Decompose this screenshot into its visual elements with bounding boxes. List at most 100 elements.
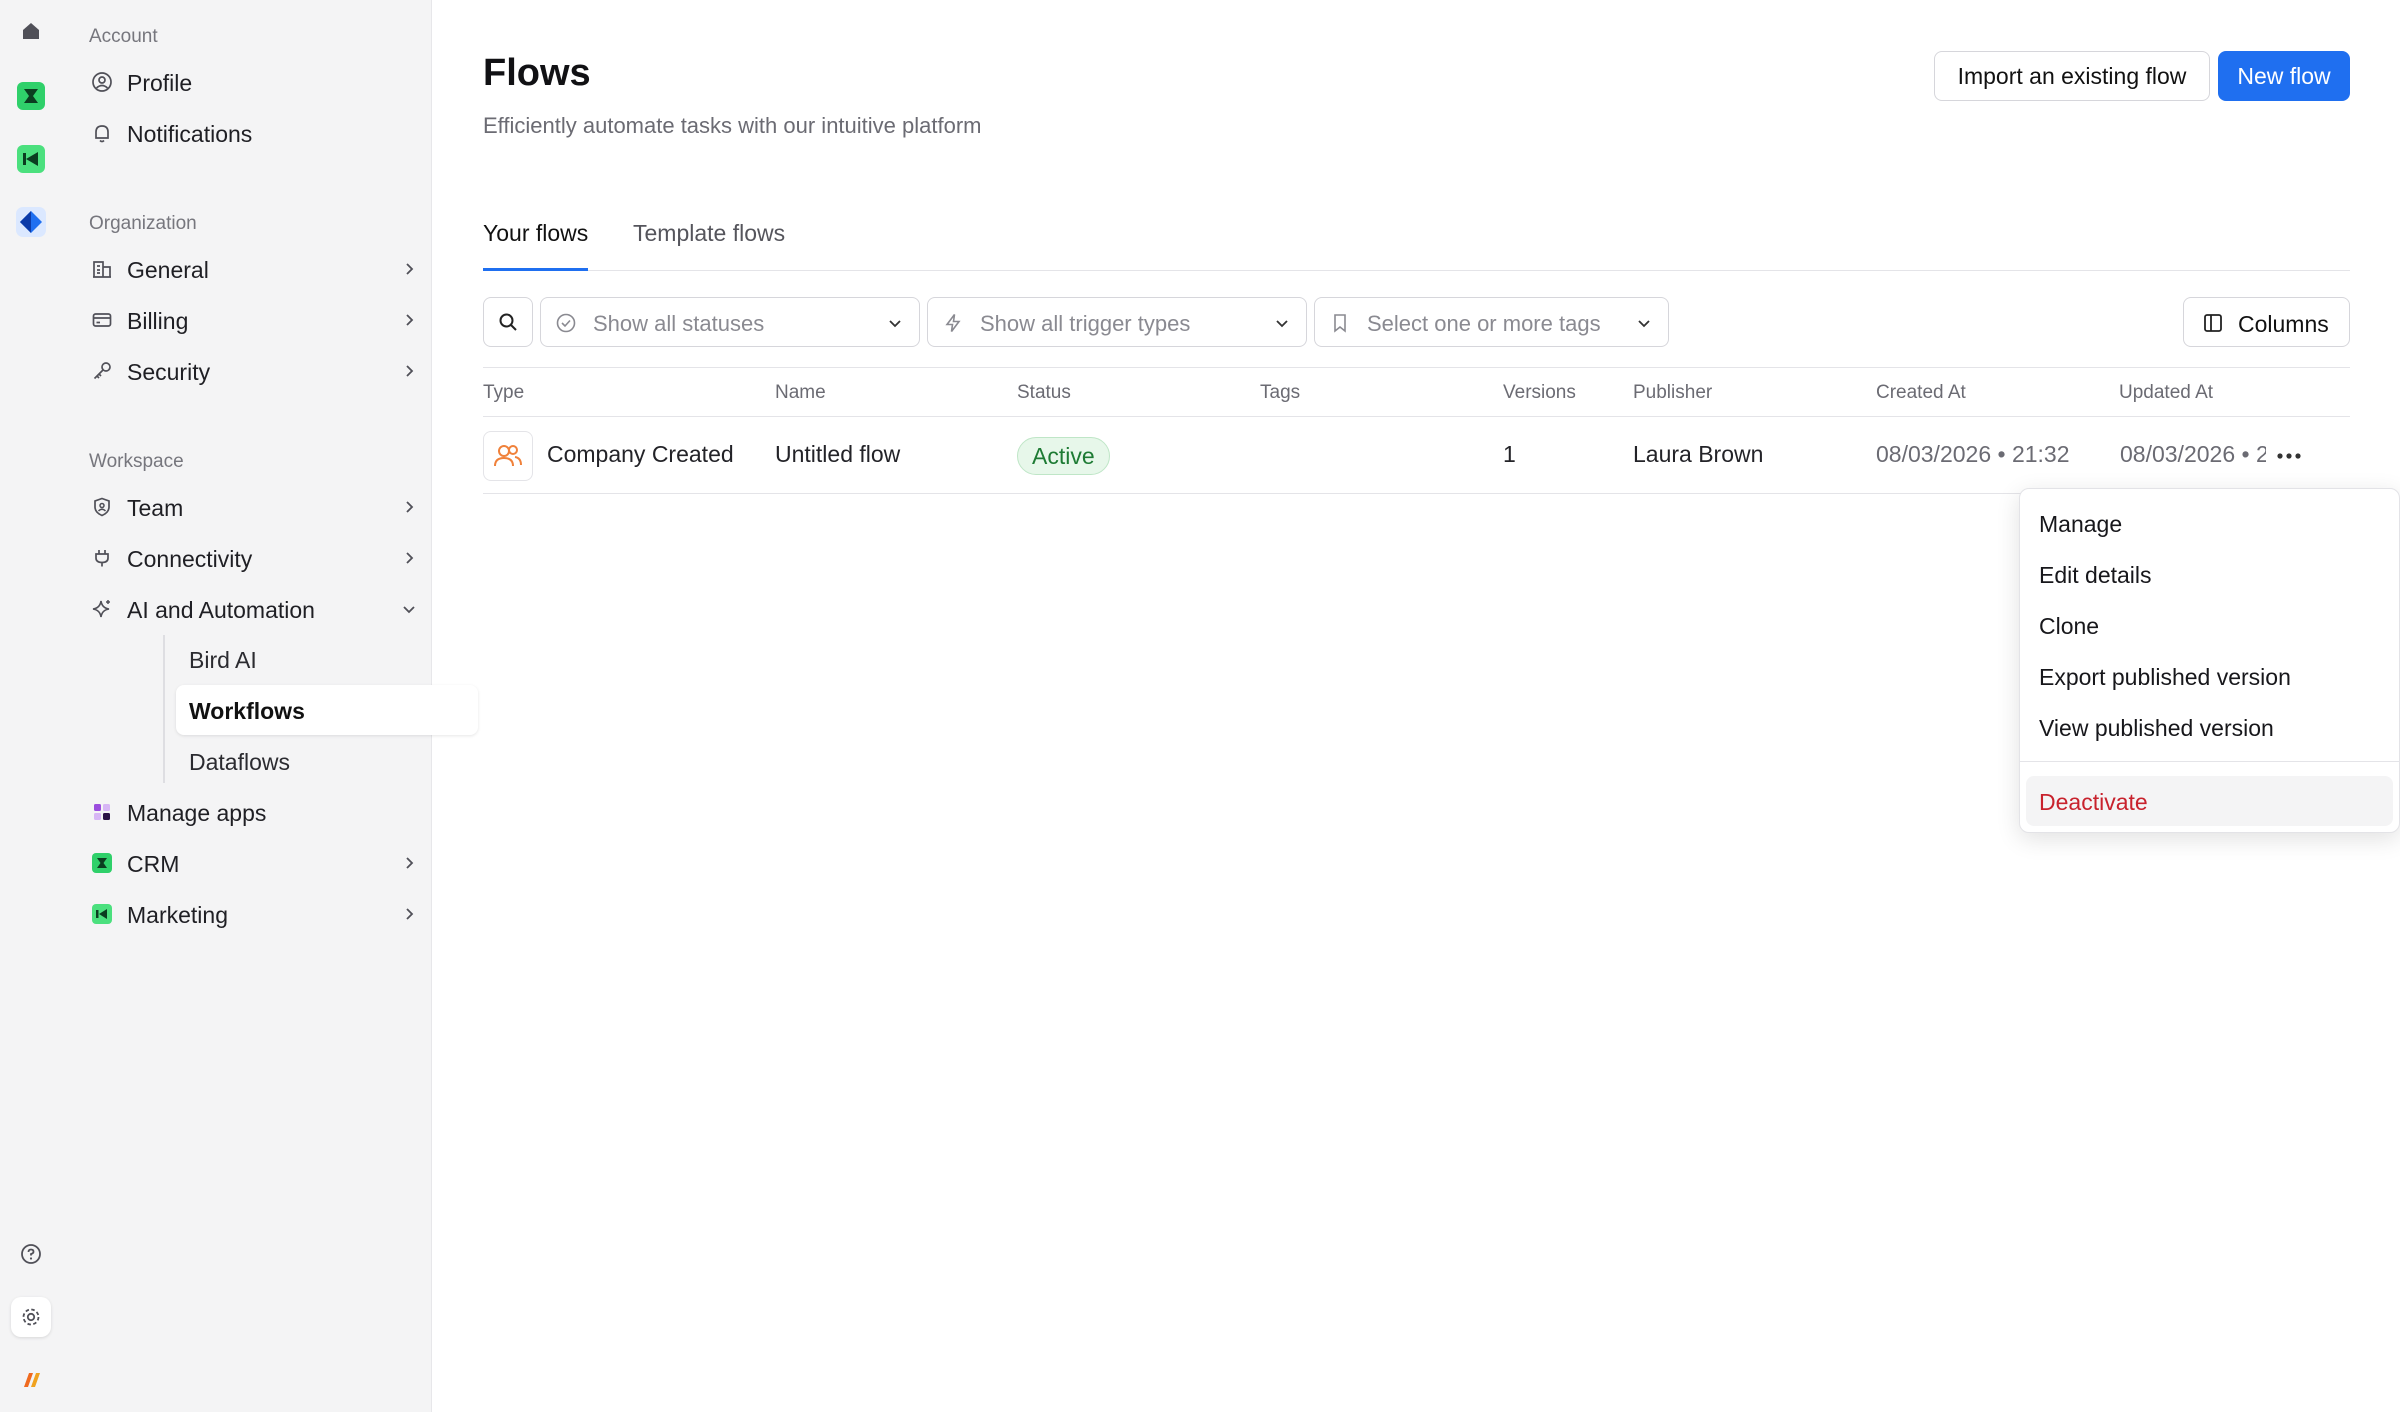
chevron-right-icon (406, 552, 414, 564)
account-section-title: Account (89, 26, 158, 47)
page-subtitle: Efficiently automate tasks with our intu… (483, 113, 982, 138)
key-icon (91, 360, 113, 382)
status-filter-placeholder: Show all statuses (593, 311, 765, 336)
flow-tabs: Your flows Template flows (483, 210, 2350, 271)
sidebar-item-billing[interactable]: Billing (81, 296, 431, 344)
chevron-right-icon (406, 857, 414, 869)
marketing-app-icon[interactable] (11, 139, 51, 179)
bird-logo-icon[interactable] (11, 202, 51, 242)
sidebar-item-label: Profile (127, 70, 193, 96)
sidebar-item-label: Team (127, 495, 184, 521)
sidebar-item-ai-automation[interactable]: AI and Automation (81, 585, 431, 633)
sidebar-item-marketing[interactable]: Marketing (81, 890, 431, 938)
chevron-down-icon (1276, 320, 1288, 328)
submenu-guide-line (163, 635, 165, 783)
sidebar-item-label: General (127, 257, 209, 283)
menu-divider (2020, 761, 2400, 762)
sidebar-item-manage-apps[interactable]: Manage apps (81, 788, 431, 836)
chevron-right-icon (406, 501, 414, 513)
ellipsis-icon (2277, 453, 2301, 459)
tab-template-flows[interactable]: Template flows (633, 220, 785, 271)
menu-item-view-published[interactable]: View published version (2026, 702, 2393, 752)
bell-icon (91, 122, 113, 144)
sidebar-subitem-label: Bird AI (189, 647, 257, 673)
cell-versions: 1 (1503, 441, 1516, 467)
menu-item-label: Clone (2039, 613, 2100, 639)
sidebar-item-label: Connectivity (127, 546, 253, 572)
column-header-name[interactable]: Name (775, 382, 826, 404)
cell-publisher: Laura Brown (1633, 441, 1764, 467)
workspace-section-title: Workspace (89, 451, 184, 472)
users-icon (483, 431, 533, 481)
chevron-right-icon (406, 365, 414, 377)
column-header-type[interactable]: Type (483, 382, 524, 404)
menu-item-manage[interactable]: Manage (2026, 498, 2393, 548)
building-icon (91, 258, 113, 280)
columns-button[interactable]: Columns (2183, 297, 2350, 347)
sidebar-subitem-label: Workflows (189, 698, 305, 724)
sidebar-item-crm[interactable]: CRM (81, 839, 431, 887)
sidebar-item-label: CRM (127, 851, 180, 877)
sidebar-item-label: AI and Automation (127, 597, 315, 623)
shield-icon (91, 496, 113, 518)
column-header-versions[interactable]: Versions (1503, 382, 1576, 404)
tags-filter-placeholder: Select one or more tags (1367, 311, 1601, 336)
chevron-right-icon (406, 314, 414, 326)
check-circle-icon (556, 313, 576, 333)
column-header-updated-at[interactable]: Updated At (2119, 382, 2213, 404)
user-circle-icon (91, 71, 113, 93)
menu-item-export-published[interactable]: Export published version (2026, 651, 2393, 701)
column-header-created-at[interactable]: Created At (1876, 382, 1966, 404)
search-button[interactable] (483, 297, 533, 347)
menu-item-clone[interactable]: Clone (2026, 600, 2393, 650)
sidebar-item-label: Billing (127, 308, 189, 334)
column-header-status[interactable]: Status (1017, 382, 1071, 404)
tags-filter-select[interactable]: Select one or more tags (1314, 297, 1669, 347)
sidebar-item-notifications[interactable]: Notifications (81, 109, 431, 157)
cell-type: Company Created (547, 441, 734, 467)
tab-your-flows[interactable]: Your flows (483, 220, 589, 271)
chevron-down-icon (889, 320, 901, 328)
cell-updated-at: 08/03/2026 • 21:32 (2120, 441, 2266, 467)
lightning-icon (945, 314, 961, 332)
home-icon[interactable] (11, 11, 51, 51)
sidebar-item-label: Notifications (127, 121, 253, 147)
trigger-type-filter-select[interactable]: Show all trigger types (927, 297, 1307, 347)
sidebar-subitem-label: Dataflows (189, 749, 290, 775)
crm-app-icon[interactable] (11, 76, 51, 116)
new-flow-button[interactable]: New flow (2218, 51, 2350, 101)
menu-item-edit-details[interactable]: Edit details (2026, 549, 2393, 599)
menu-item-label: Edit details (2039, 562, 2152, 588)
sidebar-item-connectivity[interactable]: Connectivity (81, 534, 431, 582)
column-header-tags[interactable]: Tags (1260, 382, 1300, 404)
plug-icon (91, 547, 113, 569)
import-flow-button[interactable]: Import an existing flow (1934, 51, 2210, 101)
chevron-down-icon (403, 606, 415, 614)
column-header-publisher[interactable]: Publisher (1633, 382, 1712, 404)
menu-item-deactivate[interactable]: Deactivate (2026, 776, 2393, 826)
marketing-icon (91, 903, 113, 925)
row-actions-menu: Manage Edit details Clone Export publish… (2019, 488, 2400, 833)
settings-icon[interactable] (11, 1297, 51, 1337)
cell-created-at: 08/03/2026 • 21:32 (1876, 441, 2070, 467)
brand-logo-icon[interactable] (11, 1360, 51, 1400)
cell-name[interactable]: Untitled flow (775, 441, 900, 468)
columns-icon (2204, 314, 2222, 332)
sidebar-item-label: Security (127, 359, 211, 385)
crm-icon (91, 852, 113, 874)
menu-item-label: Deactivate (2039, 789, 2148, 815)
status-filter-select[interactable]: Show all statuses (540, 297, 920, 347)
help-icon[interactable] (11, 1234, 51, 1274)
trigger-filter-placeholder: Show all trigger types (980, 311, 1191, 336)
more-actions-button[interactable] (2272, 443, 2306, 469)
app-rail (0, 0, 62, 1412)
sidebar-item-general[interactable]: General (81, 245, 431, 293)
search-icon (499, 313, 517, 331)
settings-sidebar: Account Profile Notifications Organizati… (62, 0, 478, 1412)
sidebar-item-security[interactable]: Security (81, 347, 431, 395)
sidebar-item-label: Marketing (127, 902, 228, 928)
sidebar-item-profile[interactable]: Profile (81, 58, 431, 106)
columns-label: Columns (2238, 311, 2329, 337)
table-row[interactable]: Company Created Untitled flow Active 1 L… (483, 417, 2350, 494)
sidebar-item-team[interactable]: Team (81, 483, 431, 531)
